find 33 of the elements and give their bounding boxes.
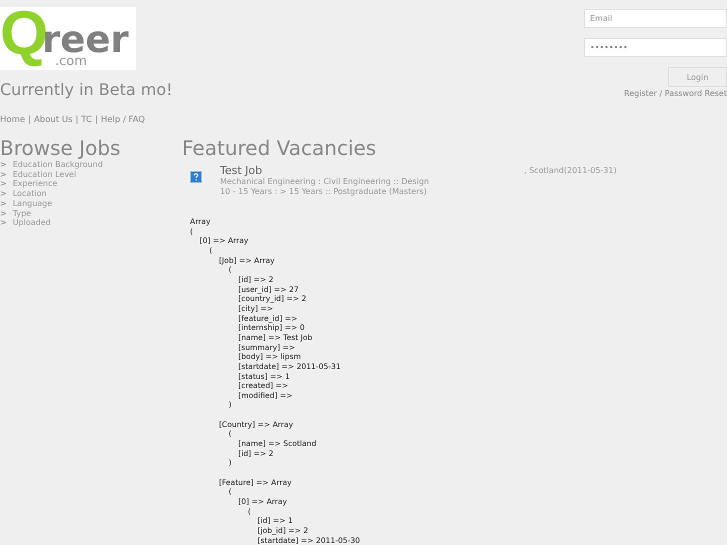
chevron-icon: > — [0, 208, 7, 218]
nav-separator: | — [28, 115, 31, 125]
chevron-icon: > — [0, 189, 7, 198]
category-link[interactable]: Location — [12, 189, 47, 198]
nav-link[interactable]: Help / FAQ — [100, 115, 145, 125]
chevron-icon: > — [0, 218, 7, 228]
category-link[interactable]: Experience — [12, 179, 58, 188]
job-location: , Scotland(2011-05-31) — [524, 165, 617, 177]
nav-link[interactable]: TC — [81, 115, 92, 125]
tagline: Currently in Beta mo! — [0, 80, 173, 99]
chevron-icon: > — [0, 179, 7, 188]
section-heading: Featured Vacancies — [182, 136, 378, 160]
nav-separator: | — [94, 115, 98, 125]
email-field[interactable]: Email — [584, 9, 727, 28]
login-button[interactable]: Login — [668, 67, 727, 87]
category-link[interactable]: Education Level — [12, 170, 76, 179]
category-link[interactable]: Education Background — [12, 160, 103, 169]
category-link[interactable]: Uploaded — [12, 218, 51, 228]
job-categories: Mechanical Engineering : Civil Engineering :: Design — [220, 177, 430, 187]
nav-separator: | — [75, 115, 78, 125]
register-link[interactable]: Register / Password Reset — [624, 89, 727, 98]
password-field[interactable]: •••••••• — [584, 38, 727, 57]
chevron-icon: > — [0, 198, 7, 208]
category-link[interactable]: Language — [12, 198, 52, 208]
nav-link[interactable]: About Us — [34, 115, 72, 125]
nav-link[interactable]: Home — [0, 115, 26, 125]
chevron-icon: > — [0, 160, 7, 169]
job-requirements: 10 - 15 Years : > 15 Years :: Postgraduate (Masters) — [220, 187, 428, 197]
question-icon — [190, 171, 202, 183]
chevron-icon: > — [0, 170, 7, 179]
category-link[interactable]: Type — [12, 208, 32, 218]
sidebar-heading: Browse Jobs — [0, 136, 122, 160]
job-title-link[interactable]: Test Job — [220, 164, 520, 177]
